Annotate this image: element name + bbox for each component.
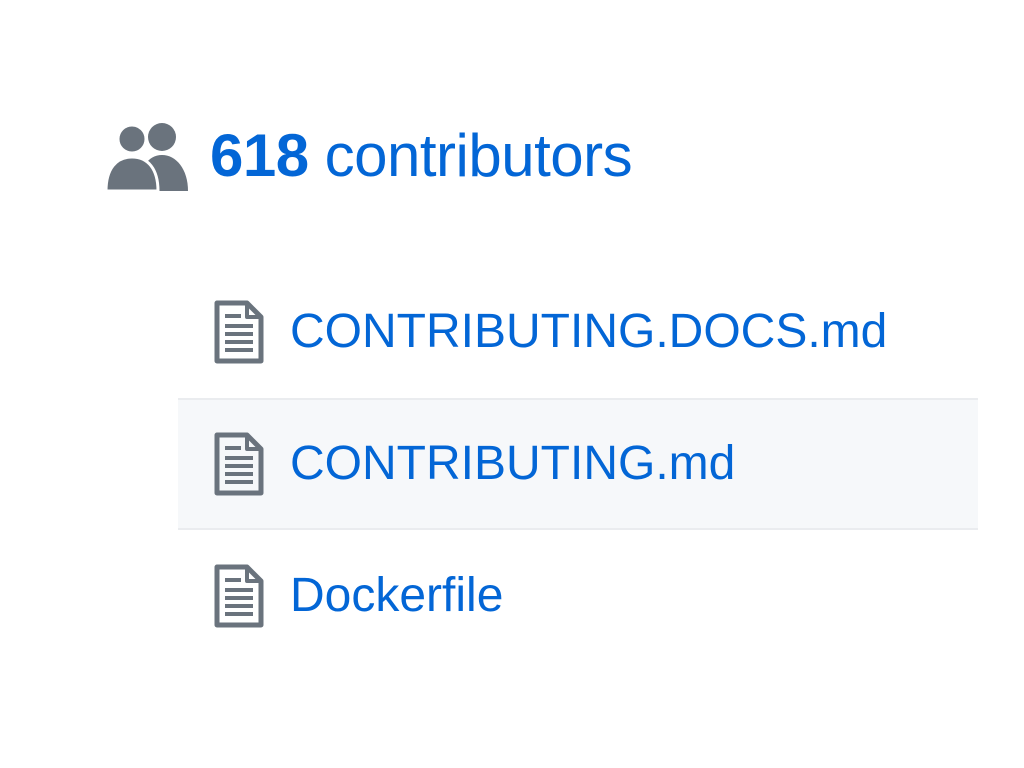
file-link[interactable]: CONTRIBUTING.DOCS.md	[290, 302, 887, 362]
people-icon	[104, 123, 188, 191]
file-link[interactable]: Dockerfile	[290, 566, 503, 626]
contributors-text[interactable]: 618 contributors	[210, 116, 633, 196]
file-row[interactable]: Dockerfile	[178, 530, 978, 662]
file-text-icon	[214, 300, 264, 364]
file-text-icon	[214, 432, 264, 496]
page: 618 contributors CONTRIBUTING.DOCS.md CO…	[0, 0, 1024, 768]
contributors-label[interactable]: contributors	[325, 122, 633, 189]
file-link[interactable]: CONTRIBUTING.md	[290, 434, 735, 494]
file-text-icon	[214, 564, 264, 628]
file-row[interactable]: CONTRIBUTING.md	[178, 398, 978, 530]
file-list: CONTRIBUTING.DOCS.md CONTRIBUTING.md Doc…	[178, 266, 978, 662]
contributors-link[interactable]: 618 contributors	[104, 116, 633, 196]
file-row[interactable]: CONTRIBUTING.DOCS.md	[178, 266, 978, 398]
contributors-count[interactable]: 618	[210, 122, 309, 189]
